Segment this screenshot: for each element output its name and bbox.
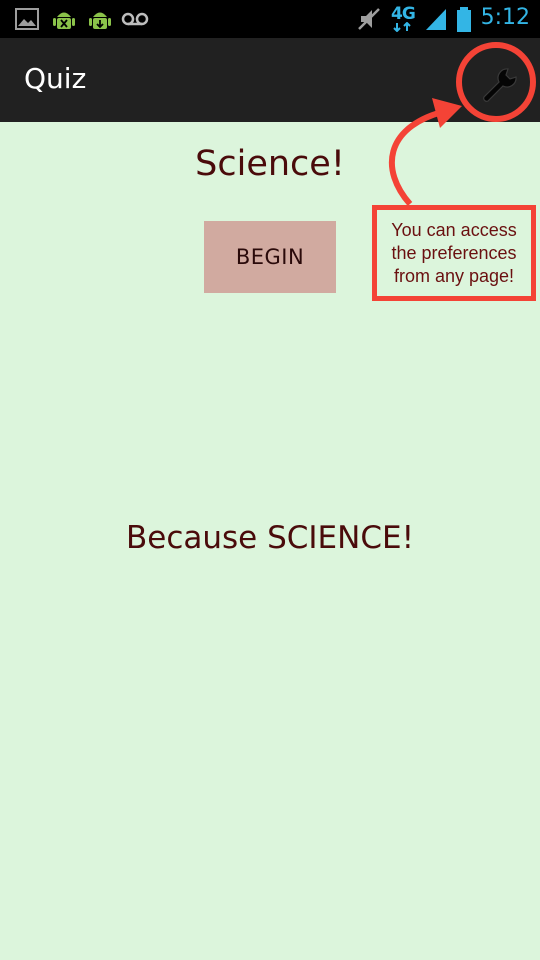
tagline: Because SCIENCE!	[125, 520, 414, 556]
status-bar: 4G 5:12	[0, 0, 540, 38]
action-bar: Quiz	[0, 38, 540, 122]
status-time: 5:12	[480, 5, 530, 30]
image-icon	[15, 8, 39, 30]
app-title: Quiz	[24, 62, 87, 95]
network-label: 4G	[391, 4, 416, 24]
voicemail-icon	[121, 12, 149, 26]
wrench-icon	[483, 68, 517, 102]
android-debug-icon	[53, 12, 75, 29]
page-heading: Science!	[195, 144, 345, 184]
android-update-icon	[89, 12, 111, 29]
network-4g-lte-icon: 4G	[391, 4, 425, 34]
battery-icon	[457, 7, 471, 32]
callout-box: You can access the preferences from any …	[372, 205, 536, 301]
begin-button[interactable]: BEGIN	[204, 221, 336, 293]
settings-button[interactable]	[470, 56, 528, 114]
signal-icon	[426, 9, 446, 30]
mute-icon	[358, 8, 380, 30]
